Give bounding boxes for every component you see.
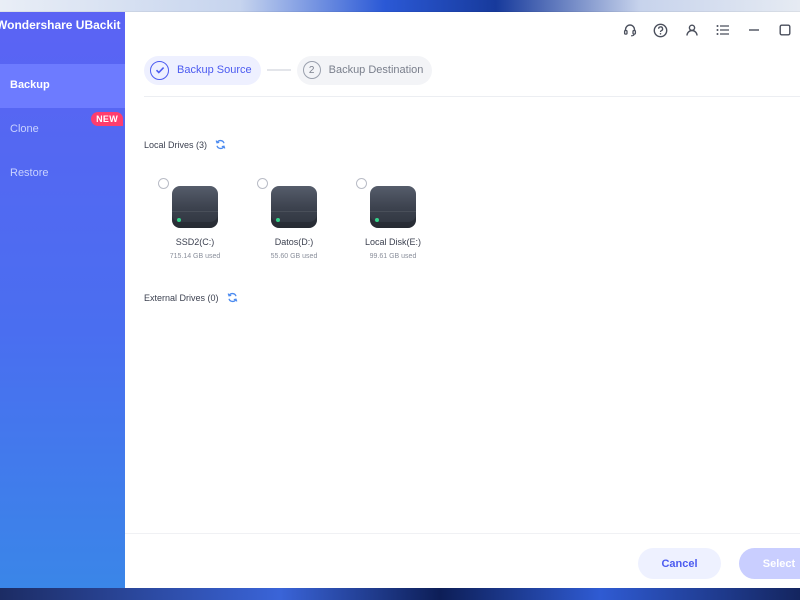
minimize-icon[interactable] <box>738 18 769 42</box>
local-drives-label: Local Drives (3) <box>144 139 208 150</box>
headset-icon[interactable] <box>614 18 645 42</box>
user-icon[interactable] <box>676 18 707 42</box>
select-button[interactable]: Select <box>739 548 800 579</box>
step-label: Backup Destination <box>328 64 424 76</box>
wizard-steps: Backup Source 2 Backup Destination <box>144 55 433 85</box>
hard-drive-icon <box>271 186 317 228</box>
drive-card-e[interactable]: Local Disk(E:) 99.61 GB used <box>356 178 446 278</box>
new-badge: NEW <box>91 112 123 126</box>
drive-name: Datos(D:) <box>274 237 314 247</box>
external-drives-label: External Drives (0) <box>144 292 219 303</box>
maximize-icon[interactable] <box>769 18 800 42</box>
step-label: Backup Source <box>177 64 252 76</box>
desktop-wallpaper-top <box>0 0 800 12</box>
sidebar-item-label: Clone <box>10 123 39 135</box>
sidebar: Wondershare UBackit Backup Clone NEW Res… <box>0 12 125 590</box>
step-backup-source[interactable]: Backup Source <box>144 55 261 85</box>
sidebar-item-restore[interactable]: Restore <box>0 152 125 196</box>
drive-name: Local Disk(E:) <box>364 237 421 247</box>
main-panel: Backup Source 2 Backup Destination Local… <box>125 12 800 590</box>
titlebar-controls <box>614 18 800 42</box>
divider <box>144 96 800 97</box>
refresh-icon[interactable] <box>215 139 226 150</box>
desktop-wallpaper-bottom <box>0 588 800 600</box>
app-title: Wondershare UBackit <box>0 18 121 32</box>
hard-drive-icon <box>370 186 416 228</box>
drive-used: 55.60 GB used <box>270 253 318 260</box>
hard-drive-icon <box>172 186 218 228</box>
check-circle-icon <box>150 60 169 80</box>
drive-card-d[interactable]: Datos(D:) 55.60 GB used <box>257 178 347 278</box>
drive-used: 99.61 GB used <box>369 253 417 260</box>
footer-bar: Cancel Select <box>125 533 800 590</box>
step-backup-destination[interactable]: 2 Backup Destination <box>296 55 433 85</box>
step-connector <box>266 69 291 71</box>
refresh-icon[interactable] <box>227 292 238 303</box>
drive-radio[interactable] <box>158 178 169 189</box>
sidebar-item-label: Backup <box>10 79 50 91</box>
sidebar-item-backup[interactable]: Backup <box>0 64 125 108</box>
drive-used: 715.14 GB used <box>169 253 221 260</box>
sidebar-item-clone[interactable]: Clone NEW <box>0 108 125 152</box>
cancel-button[interactable]: Cancel <box>638 548 721 579</box>
help-icon[interactable] <box>645 18 676 42</box>
local-drives-header: Local Drives (3) <box>144 139 226 150</box>
drive-radio[interactable] <box>356 178 367 189</box>
external-drives-header: External Drives (0) <box>144 292 238 303</box>
drive-card-c[interactable]: SSD2(C:) 715.14 GB used <box>158 178 248 278</box>
app-window: Wondershare UBackit Backup Clone NEW Res… <box>0 12 800 590</box>
drive-radio[interactable] <box>257 178 268 189</box>
drive-name: SSD2(C:) <box>175 237 215 247</box>
menu-icon[interactable] <box>707 18 738 42</box>
sidebar-item-label: Restore <box>10 167 49 179</box>
step-number: 2 <box>302 61 321 79</box>
